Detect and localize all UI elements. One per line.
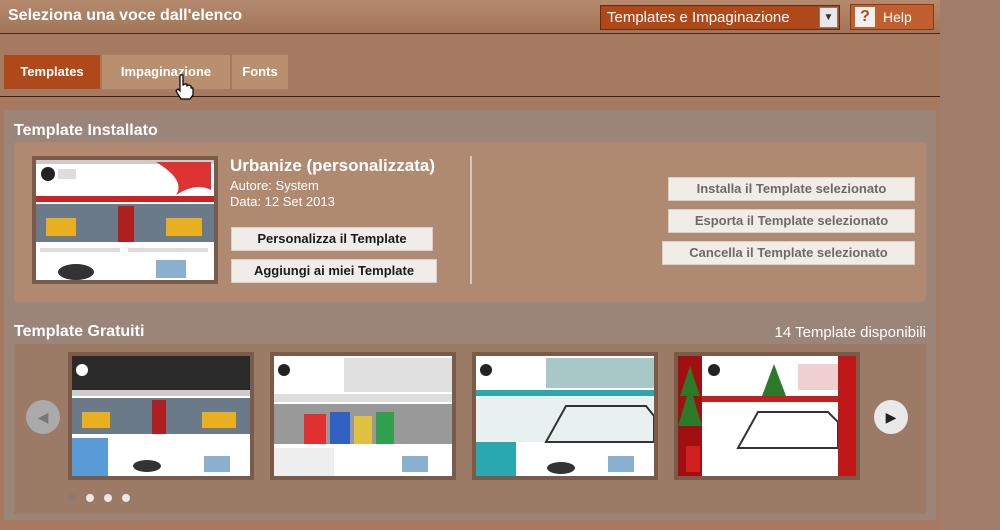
content-panel: Template Installato Urbanize (personaliz… [4,110,936,520]
installed-template-box: Urbanize (personalizzata) Autore: System… [14,142,926,302]
installed-section-title: Template Installato [14,122,158,139]
section-select-value: Templates e Impaginazione [607,9,790,26]
chevron-right-icon[interactable]: ▶ [874,400,908,434]
template-fashion-preview [274,356,452,476]
hand-cursor-icon [175,74,194,100]
template-city-preview [476,356,655,476]
export-template-button[interactable]: Esporta il Template selezionato [668,209,915,233]
installed-divider [470,156,472,284]
chevron-down-icon[interactable]: ▼ [819,7,838,28]
carousel-dot[interactable] [104,494,112,502]
tab-fonts[interactable]: Fonts [232,55,288,89]
help-icon: ? [855,7,875,27]
template-urbanize-preview [72,356,250,476]
template-thumbnail[interactable] [68,352,254,480]
right-strip [940,0,1000,530]
help-button[interactable]: ? Help [850,4,934,30]
carousel-dot[interactable] [68,494,76,502]
carousel-dot[interactable] [86,494,94,502]
page-title: Seleziona una voce dall'elenco [8,7,243,24]
free-section-title: Template Gratuiti [14,323,145,340]
section-select[interactable]: Templates e Impaginazione ▼ [600,5,840,30]
tabs-divider [0,96,940,97]
installed-template-date: Data: 12 Set 2013 [230,194,335,209]
installed-template-thumbnail[interactable] [32,156,218,284]
carousel-dot[interactable] [122,494,130,502]
template-thumbnail[interactable] [270,352,456,480]
installed-template-author: Autore: System [230,178,319,193]
install-template-button[interactable]: Installa il Template selezionato [668,177,915,201]
template-thumbnail[interactable] [472,352,658,480]
help-label: Help [883,9,912,25]
add-to-my-templates-button[interactable]: Aggiungi ai miei Template [231,259,437,283]
template-thumbnail[interactable] [674,352,860,480]
page: Seleziona una voce dall'elenco Templates… [0,0,940,530]
top-bar: Seleziona una voce dall'elenco Templates… [0,0,940,34]
installed-template-name: Urbanize (personalizzata) [230,156,435,175]
tab-templates[interactable]: Templates [4,55,100,89]
urbanize-preview [36,160,214,280]
template-christmas-preview [678,356,856,476]
templates-count: 14 Template disponibili [774,324,927,341]
customize-template-button[interactable]: Personalizza il Template [231,227,433,251]
template-carousel: ◀ ▶ [14,344,926,514]
delete-template-button[interactable]: Cancella il Template selezionato [662,241,915,265]
chevron-left-icon[interactable]: ◀ [26,400,60,434]
tab-impaginazione[interactable]: Impaginazione [102,55,230,89]
